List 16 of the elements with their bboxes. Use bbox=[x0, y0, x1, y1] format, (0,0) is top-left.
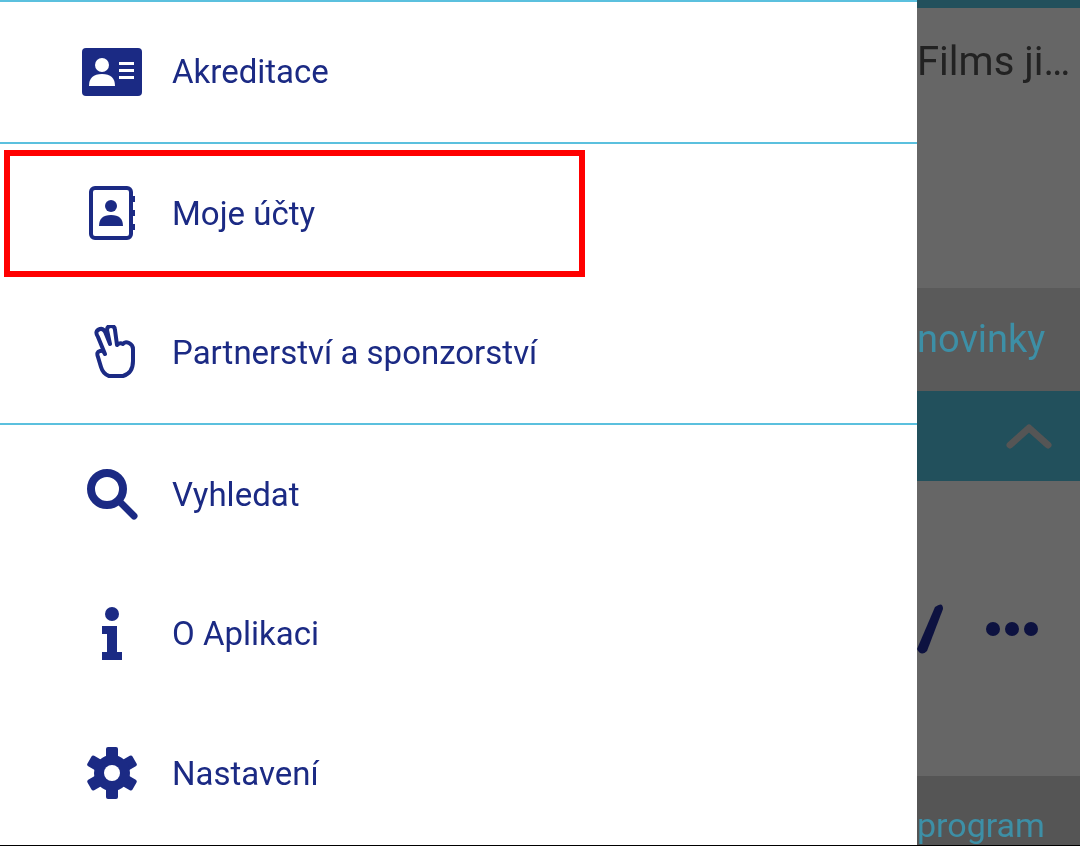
menu-item[interactable]: O Aplikaci bbox=[4, 570, 585, 698]
search-icon bbox=[85, 467, 139, 522]
menu-item[interactable]: Moje účty bbox=[4, 149, 585, 277]
menu-item[interactable]: Partnerství a sponzorství bbox=[4, 289, 585, 417]
menu-item[interactable]: Nastavení bbox=[4, 709, 585, 837]
address-book-icon bbox=[88, 186, 136, 241]
settings-icon bbox=[86, 746, 138, 801]
menu-item[interactable]: Vyhledat bbox=[4, 430, 585, 558]
menu-item[interactable]: Akreditace bbox=[4, 8, 585, 136]
tab-label: novinky bbox=[917, 316, 1046, 363]
more-icon bbox=[986, 621, 1038, 636]
tab-label: program bbox=[917, 805, 1045, 845]
id-card-icon bbox=[82, 47, 142, 96]
chevron-up-icon bbox=[1006, 423, 1052, 449]
info-icon bbox=[101, 606, 123, 661]
card-title: Films ji… bbox=[917, 37, 1072, 87]
